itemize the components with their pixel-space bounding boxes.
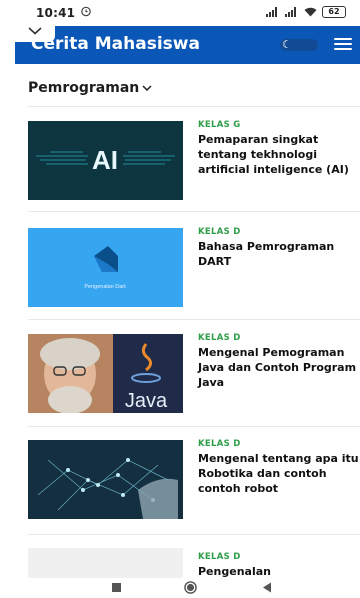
collapse-button[interactable] (15, 20, 55, 42)
system-nav-bar (0, 578, 360, 598)
signal-icon (285, 7, 296, 17)
divider (28, 426, 360, 427)
chevron-down-icon (28, 27, 42, 35)
divider (28, 534, 360, 535)
article-title[interactable]: Mengenal tentang apa itu Robotika dan co… (198, 452, 360, 497)
circle-icon[interactable] (184, 581, 197, 594)
article-title[interactable]: Bahasa Pemrograman DART (198, 240, 360, 270)
status-time: 10:41 (36, 6, 76, 20)
battery-indicator: 62 (322, 6, 346, 18)
thumb-text: Java (125, 390, 168, 412)
thumb-text: Pengenalan Dart (84, 284, 126, 290)
ai-image: AI (28, 121, 183, 200)
article-title[interactable]: Mengenal Pemograman Java dan Contoh Prog… (198, 346, 360, 391)
square-icon[interactable] (112, 583, 121, 592)
menu-icon (334, 38, 352, 50)
divider (28, 106, 360, 107)
thumb-text: AI (92, 145, 118, 175)
article-thumbnail[interactable] (28, 440, 183, 519)
article-thumbnail[interactable]: Pengenalan Dart (28, 228, 183, 307)
kelas-label: KELAS D (198, 333, 241, 343)
article-title[interactable]: Pengenalan (198, 565, 360, 578)
article-thumbnail[interactable]: AI (28, 121, 183, 200)
divider (28, 211, 360, 212)
triangle-back-icon[interactable] (262, 582, 272, 593)
category-label: Pemrograman (28, 80, 140, 96)
signal-icon (266, 7, 277, 17)
app-title: Cerita Mahasiswa (31, 34, 200, 54)
category-selector[interactable]: Pemrograman (28, 80, 152, 96)
kelas-label: KELAS D (198, 439, 241, 449)
article-thumbnail[interactable] (28, 548, 183, 578)
robot-image (28, 440, 183, 519)
menu-button[interactable] (334, 35, 352, 51)
article-card[interactable]: KELAS D Pengenalan (28, 548, 360, 578)
kelas-label: KELAS D (198, 552, 241, 562)
divider (28, 319, 360, 320)
alarm-icon (81, 6, 91, 17)
article-card[interactable]: Pengenalan Dart KELAS D Bahasa Pemrogram… (28, 227, 360, 318)
article-card[interactable]: KELAS D Mengenal tentang apa itu Robotik… (28, 439, 360, 530)
app-bar: Cerita Mahasiswa ☾ (15, 26, 360, 64)
kelas-label: KELAS D (198, 227, 241, 237)
dart-image: Pengenalan Dart (28, 228, 183, 307)
java-image: Java (28, 334, 183, 413)
article-thumbnail[interactable]: Java (28, 334, 183, 413)
article-card[interactable]: AI KELAS G Pemaparan singkat tentang tek… (28, 120, 360, 211)
chevron-down-icon (142, 85, 152, 91)
article-title[interactable]: Pemaparan singkat tentang tekhnologi art… (198, 133, 360, 178)
article-card[interactable]: Java KELAS D Mengenal Pemograman Java da… (28, 333, 360, 424)
wifi-icon (304, 7, 317, 17)
moon-icon: ☾ (282, 38, 292, 51)
theme-toggle[interactable]: ☾ (280, 39, 318, 51)
kelas-label: KELAS G (198, 120, 241, 130)
